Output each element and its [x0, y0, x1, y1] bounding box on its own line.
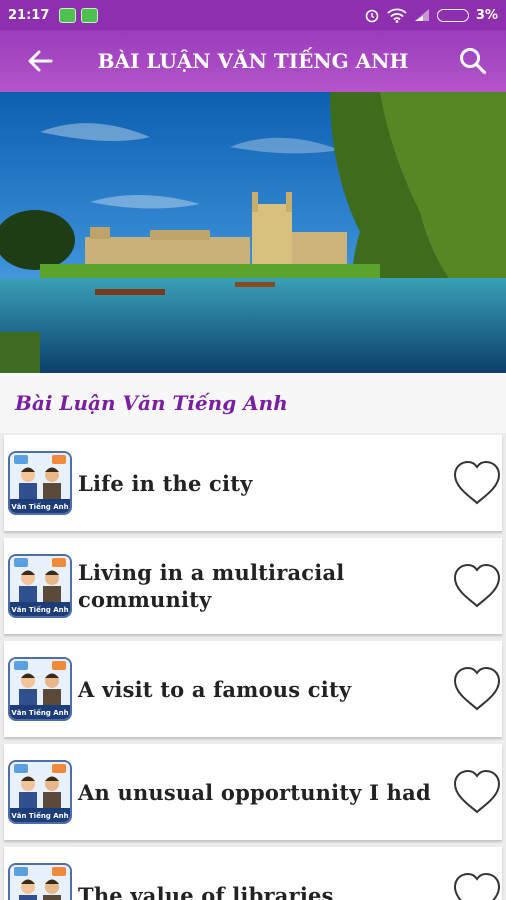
arrow-back-icon[interactable]: [24, 45, 56, 77]
app-bar: BÀI LUẬN VĂN TIẾNG ANH: [0, 30, 506, 92]
essay-title: An unusual opportunity I had: [78, 779, 431, 805]
essay-thumbnail-icon: Văn Tiếng Anh: [8, 657, 72, 721]
section-header: Bài Luận Văn Tiếng Anh: [0, 373, 506, 433]
list-item[interactable]: Văn Tiếng Anh An unusual opportunity I h…: [4, 744, 502, 840]
thumb-caption: Văn Tiếng Anh: [11, 708, 68, 717]
signal-icon: [414, 9, 429, 21]
essay-thumbnail-icon: Văn Tiếng Anh: [8, 451, 72, 515]
essay-thumbnail-icon: Văn Tiếng Anh: [8, 863, 72, 900]
list-item[interactable]: Văn Tiếng Anh A visit to a famous city: [4, 641, 502, 737]
notification-app-icon: [59, 7, 77, 23]
essay-title: Living in a multiracial community: [78, 560, 345, 612]
list-item[interactable]: Văn Tiếng Anh The value of libraries: [4, 847, 502, 900]
favorite-heart-icon[interactable]: [450, 768, 504, 816]
thumb-caption: Văn Tiếng Anh: [11, 811, 68, 820]
list-item[interactable]: Văn Tiếng Anh Life in the city: [4, 435, 502, 531]
status-bar: 21:17 3%: [0, 0, 506, 30]
search-icon[interactable]: [456, 44, 490, 78]
thumb-caption: Văn Tiếng Anh: [11, 502, 68, 511]
essay-thumbnail-icon: Văn Tiếng Anh: [8, 554, 72, 618]
essay-thumbnail-icon: Văn Tiếng Anh: [8, 760, 72, 824]
list-item[interactable]: Văn Tiếng Anh Living in a multiracial co…: [4, 538, 502, 634]
essay-title: A visit to a famous city: [78, 676, 352, 702]
favorite-heart-icon[interactable]: [450, 459, 504, 507]
status-time: 21:17: [8, 7, 50, 23]
favorite-heart-icon[interactable]: [450, 562, 504, 610]
alarm-icon: [365, 9, 379, 23]
thumb-caption: Văn Tiếng Anh: [11, 605, 68, 614]
notification-app-icon: [81, 7, 99, 23]
essay-title: The value of libraries: [78, 882, 334, 900]
battery-icon: [436, 8, 469, 22]
page-title: BÀI LUẬN VĂN TIẾNG ANH: [97, 49, 409, 73]
wifi-icon: [387, 8, 407, 23]
battery-percent: 3%: [475, 7, 498, 23]
essay-title: Life in the city: [78, 470, 253, 496]
header-image: [0, 92, 506, 373]
favorite-heart-icon[interactable]: [450, 871, 504, 900]
favorite-heart-icon[interactable]: [450, 665, 504, 713]
section-title: Bài Luận Văn Tiếng Anh: [15, 391, 288, 415]
